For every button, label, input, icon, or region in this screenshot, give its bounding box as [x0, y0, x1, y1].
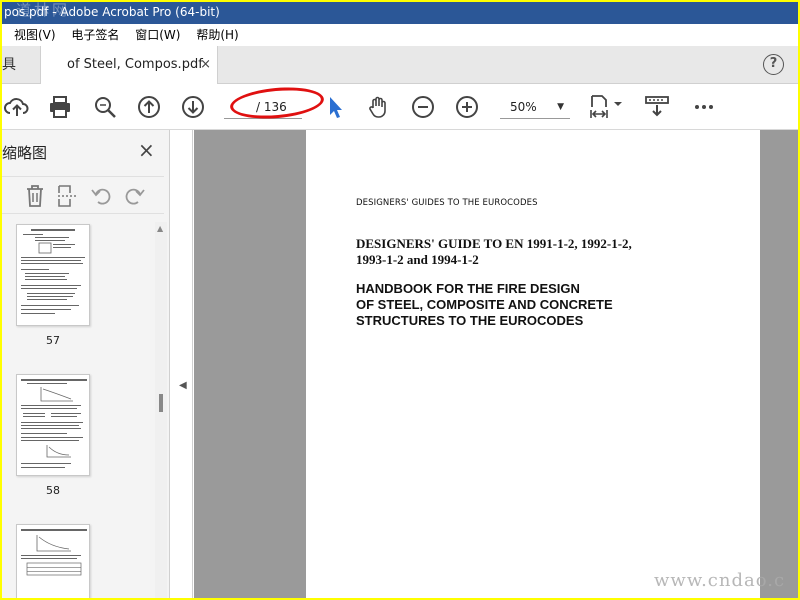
- search-zoom-icon[interactable]: [92, 94, 118, 120]
- document-view[interactable]: DESIGNERS' GUIDES TO THE EUROCODES DESIG…: [194, 130, 798, 598]
- guide-title-line-1: DESIGNERS' GUIDE TO EN 1991-1-2, 1992-1-…: [356, 236, 632, 251]
- fit-page-icon[interactable]: [588, 94, 624, 120]
- scrollbar-thumb[interactable]: [159, 394, 163, 412]
- collapse-arrow-icon[interactable]: ◀: [179, 380, 187, 391]
- handbook-title-line-1: HANDBOOK FOR THE FIRE DESIGN: [356, 281, 580, 296]
- scroll-up-icon[interactable]: ▲: [157, 224, 163, 233]
- page-number-field[interactable]: / 136: [224, 95, 302, 119]
- menu-e-sign[interactable]: 电子签名: [71, 24, 119, 46]
- guide-title: DESIGNERS' GUIDE TO EN 1991-1-2, 1992-1-…: [356, 236, 746, 268]
- tab-document[interactable]: of Steel, Compos.pdf ×: [40, 46, 218, 85]
- rotate-right-icon[interactable]: [124, 184, 146, 212]
- hand-icon[interactable]: [366, 94, 392, 120]
- zoom-value: 50%: [510, 100, 537, 114]
- panel-collapse-strip[interactable]: ◀: [171, 130, 193, 598]
- thumbnail-page-59[interactable]: [16, 524, 90, 598]
- tab-tools[interactable]: 具: [2, 46, 40, 84]
- handbook-title-line-2: OF STEEL, COMPOSITE AND CONCRETE: [356, 297, 613, 312]
- thumbnail-scrollbar[interactable]: ▲: [155, 222, 167, 598]
- page-total: / 136: [256, 100, 287, 114]
- zoom-select[interactable]: 50% ▼: [500, 95, 570, 119]
- handbook-title: HANDBOOK FOR THE FIRE DESIGN OF STEEL, C…: [356, 281, 746, 329]
- scroll-mode-icon[interactable]: [644, 94, 670, 120]
- menu-window[interactable]: 窗口(W): [135, 24, 180, 46]
- rotate-left-icon[interactable]: [90, 184, 112, 212]
- handbook-title-line-3: STRUCTURES TO THE EUROCODES: [356, 313, 584, 328]
- toolbar: / 136 50% ▼: [2, 83, 798, 130]
- footer-watermark: www.cndao.c: [654, 570, 786, 591]
- panel-close-icon[interactable]: ×: [138, 138, 155, 162]
- tab-document-label: of Steel, Compos.pdf: [67, 57, 203, 72]
- help-icon[interactable]: ?: [763, 54, 784, 75]
- series-title: DESIGNERS' GUIDES TO THE EUROCODES: [356, 198, 538, 208]
- upload-icon[interactable]: [4, 94, 30, 120]
- thumbnail-label: 57: [46, 334, 60, 347]
- thumbnail-page-58[interactable]: [16, 374, 90, 476]
- select-arrow-icon[interactable]: [324, 94, 346, 120]
- menu-view[interactable]: 视图(V): [14, 24, 56, 46]
- panel-title: 缩略图: [2, 144, 48, 162]
- delete-icon[interactable]: [24, 184, 46, 212]
- panel-toolbar: [2, 176, 164, 214]
- more-icon[interactable]: [692, 94, 718, 120]
- pdf-page: DESIGNERS' GUIDES TO THE EUROCODES DESIG…: [306, 130, 760, 598]
- menu-help[interactable]: 帮助(H): [196, 24, 238, 46]
- site-watermark: 道林网: [16, 2, 71, 19]
- tab-close-icon[interactable]: ×: [200, 46, 211, 84]
- thumbnail-label: 58: [46, 484, 60, 497]
- zoom-in-icon[interactable]: [454, 94, 480, 120]
- thumbnail-panel: 缩略图 × 57 58 ▲: [2, 130, 170, 598]
- print-icon[interactable]: [47, 94, 73, 120]
- thumbnail-page-57[interactable]: [16, 224, 90, 326]
- title-bar: pos.pdf - Adobe Acrobat Pro (64-bit) 道林网: [2, 2, 798, 24]
- menu-bar: 视图(V) 电子签名 窗口(W) 帮助(H): [2, 24, 798, 46]
- guide-title-line-2: 1993-1-2 and 1994-1-2: [356, 252, 479, 267]
- thumbnail-list: 57 58: [2, 216, 152, 598]
- page-down-icon[interactable]: [180, 94, 206, 120]
- extract-pages-icon[interactable]: [56, 184, 78, 212]
- tab-bar: 具 of Steel, Compos.pdf × ?: [2, 46, 798, 85]
- app-window: pos.pdf - Adobe Acrobat Pro (64-bit) 道林网…: [2, 2, 798, 598]
- zoom-out-icon[interactable]: [410, 94, 436, 120]
- chevron-down-icon: ▼: [557, 102, 564, 112]
- page-up-icon[interactable]: [136, 94, 162, 120]
